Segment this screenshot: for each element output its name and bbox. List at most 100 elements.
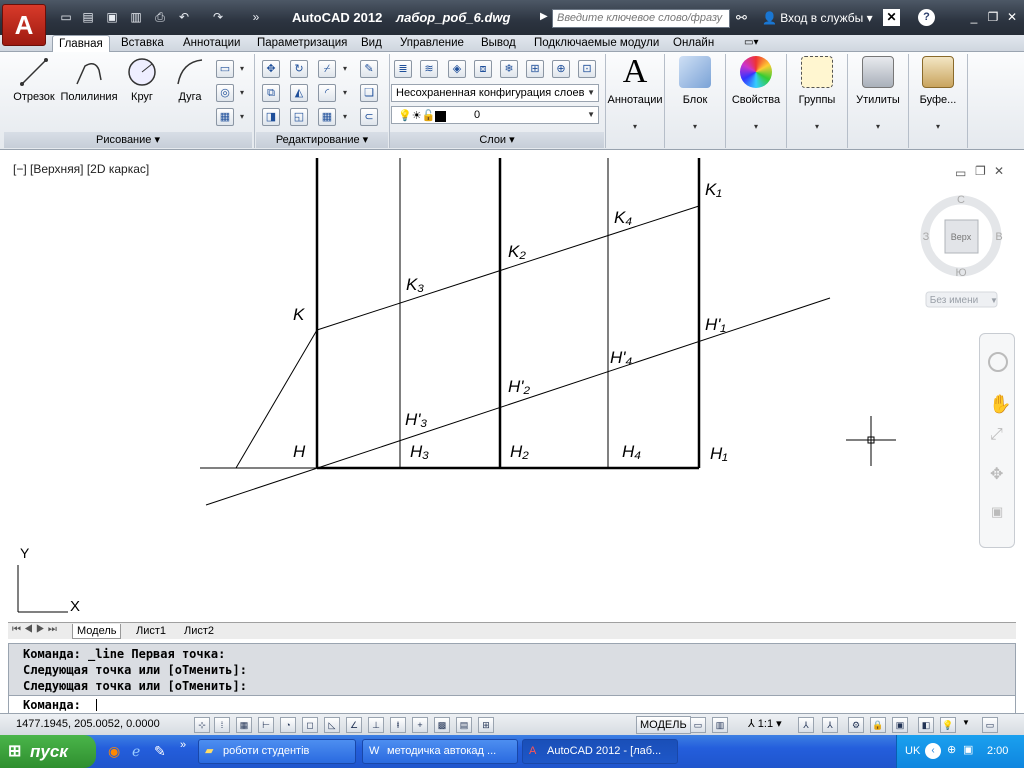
workspace-gear-icon[interactable]: ⚙: [848, 717, 864, 733]
application-menu-button[interactable]: A: [2, 4, 46, 46]
start-button[interactable]: ⊞ пуск: [0, 735, 96, 768]
system-tray: UK ‹ ⊕ ▣ 2:00: [896, 735, 1024, 768]
steering-wheel-icon[interactable]: [988, 352, 1008, 372]
line-k: [316, 205, 700, 331]
more-quicklaunch-icon[interactable]: »: [180, 739, 186, 751]
showmotion-icon[interactable]: ▣: [991, 504, 1003, 520]
3d-osnap-icon[interactable]: ◺: [324, 717, 340, 733]
navigation-bar: ✋ ⤢ ✥ ▣: [979, 333, 1015, 548]
qp-icon[interactable]: ▤: [456, 717, 472, 733]
ucs-x-label: X: [70, 598, 80, 615]
taskbar-item-label: методичка автокад ...: [387, 745, 497, 757]
viewcube[interactable]: Верх С Ю З В Без имени ▼: [920, 194, 1003, 308]
crosshair-cursor: [846, 416, 896, 466]
network-icon[interactable]: ⊕: [947, 743, 956, 756]
tab-model[interactable]: Модель: [72, 624, 122, 639]
label-h-prime-1: H'₁: [705, 315, 726, 334]
tab-layout2[interactable]: Лист2: [180, 624, 218, 639]
annotation-visibility-icon[interactable]: ⅄: [798, 717, 814, 733]
taskbar-item-word[interactable]: Wметодичка автокад ...: [362, 739, 518, 764]
tray-expand-icon[interactable]: ‹: [925, 743, 941, 759]
ucs-menu[interactable]: Без имени: [930, 295, 978, 306]
label-k3: K₃: [406, 275, 424, 294]
ortho-icon[interactable]: ⊢: [258, 717, 274, 733]
autocad-icon: A: [529, 745, 537, 757]
word-icon: W: [369, 745, 380, 757]
status-bar: 1477.1945, 205.0052, 0.0000 ⊹ ⁞ ▦ ⊢ ◔ ◻ …: [0, 713, 1024, 735]
compass-south[interactable]: Ю: [955, 267, 966, 279]
hardware-acceleration-icon[interactable]: ▣: [892, 717, 908, 733]
sc-icon[interactable]: ⊞: [478, 717, 494, 733]
annotation-scale[interactable]: ⅄ 1:1 ▾: [748, 717, 782, 730]
grid-icon[interactable]: ▦: [236, 717, 252, 733]
infer-constraints-icon[interactable]: ⊹: [194, 717, 210, 733]
layout-nav-arrows-icon[interactable]: ⏮◀▶⏭: [12, 624, 60, 635]
tab-layout1[interactable]: Лист1: [132, 624, 170, 639]
command-history-line: Следующая точка или [оТменить]:: [23, 663, 247, 677]
taskbar-item-folder[interactable]: ▰ роботи студентів: [198, 739, 356, 764]
label-k4: K₄: [614, 208, 632, 227]
orbit-icon[interactable]: ✥: [990, 464, 1003, 484]
quicklaunch-icon[interactable]: ✎: [154, 743, 166, 760]
pan-hand-icon[interactable]: ✋: [989, 394, 1011, 415]
clock[interactable]: 2:00: [987, 745, 1008, 757]
text-caret: [96, 699, 97, 711]
command-prompt: Команда:: [23, 698, 81, 712]
command-history-line: Команда: _line Первая точка:: [23, 647, 226, 661]
lock-icon[interactable]: 🔒: [870, 717, 886, 733]
compass-north[interactable]: С: [957, 194, 965, 206]
ucs-icon: [17, 565, 68, 613]
command-input[interactable]: Команда:: [9, 695, 1015, 713]
taskbar-item-label: роботи студентів: [223, 745, 310, 757]
bulb-icon[interactable]: 💡: [940, 717, 956, 733]
folder-icon: ▰: [205, 745, 214, 757]
language-indicator[interactable]: UK: [905, 745, 920, 757]
scale-icon: ⅄: [748, 718, 758, 730]
label-k1: K₁: [705, 180, 722, 199]
label-h: H: [293, 442, 306, 461]
label-h-prime-2: H'₂: [508, 377, 531, 396]
status-menu-dropdown-icon[interactable]: ▼: [962, 718, 970, 727]
ucs-menu-dropdown-icon[interactable]: ▼: [990, 296, 998, 305]
ie-icon[interactable]: ℯ: [132, 743, 140, 760]
label-k: K: [293, 305, 305, 324]
label-h-prime-4: H'₄: [610, 348, 633, 367]
windows-flag-icon: ⊞: [8, 743, 22, 760]
firefox-icon[interactable]: ◉: [108, 743, 120, 760]
autoscale-icon[interactable]: ⅄: [822, 717, 838, 733]
layout-tabs: ⏮◀▶⏭ Модель Лист1 Лист2: [8, 622, 1016, 639]
label-h1: H₁: [710, 444, 728, 463]
quick-view-drawings-icon[interactable]: ▥: [712, 717, 728, 733]
line-h-prime: [205, 297, 831, 506]
dyn-icon[interactable]: ⱡ: [390, 717, 406, 733]
model-space-toggle[interactable]: МОДЕЛЬ: [636, 716, 691, 734]
label-h-prime-3: H'₃: [405, 410, 428, 429]
ucs-y-label: Y: [20, 545, 30, 561]
quick-view-layouts-icon[interactable]: ▭: [690, 717, 706, 733]
volume-icon[interactable]: ▣: [963, 743, 973, 756]
ducs-icon[interactable]: ⊥: [368, 717, 384, 733]
snap-mode-icon[interactable]: ⁞: [214, 717, 230, 733]
start-label: пуск: [30, 742, 68, 761]
command-window[interactable]: Команда: _line Первая точка: Следующая т…: [8, 643, 1016, 713]
viewcube-face[interactable]: Верх: [951, 232, 972, 242]
annotation-scale-value: 1:1: [757, 718, 774, 730]
taskbar-item-autocad[interactable]: A AutoCAD 2012 - [лаб...: [522, 739, 678, 764]
isolate-objects-icon[interactable]: ◧: [918, 717, 934, 733]
tpy-icon[interactable]: ▩: [434, 717, 450, 733]
label-k2: K₂: [508, 242, 526, 261]
drawing-labels: K₁ K₄ K₂ K₃ K H'₁ H'₄ H'₂ H'₃ H H₃ H₂ H₄…: [293, 180, 728, 463]
lwt-icon[interactable]: +: [412, 717, 428, 733]
otrack-icon[interactable]: ∠: [346, 717, 362, 733]
taskbar-item-label: AutoCAD 2012 - [лаб...: [547, 745, 662, 757]
polar-icon[interactable]: ◔: [280, 717, 296, 733]
coordinates-readout[interactable]: 1477.1945, 205.0052, 0.0000: [16, 718, 160, 730]
windows-taskbar: ⊞ пуск ◉ ℯ ✎ » ▰ роботи студентів Wметодич…: [0, 735, 1024, 768]
compass-east[interactable]: В: [995, 231, 1002, 243]
label-h4: H₄: [622, 442, 641, 461]
command-history-line: Следующая точка или [оТменить]:: [23, 679, 247, 693]
clean-screen-icon[interactable]: ▭: [982, 717, 998, 733]
compass-west[interactable]: З: [923, 231, 930, 243]
zoom-extents-icon[interactable]: ⤢: [990, 426, 1003, 444]
osnap-icon[interactable]: ◻: [302, 717, 318, 733]
